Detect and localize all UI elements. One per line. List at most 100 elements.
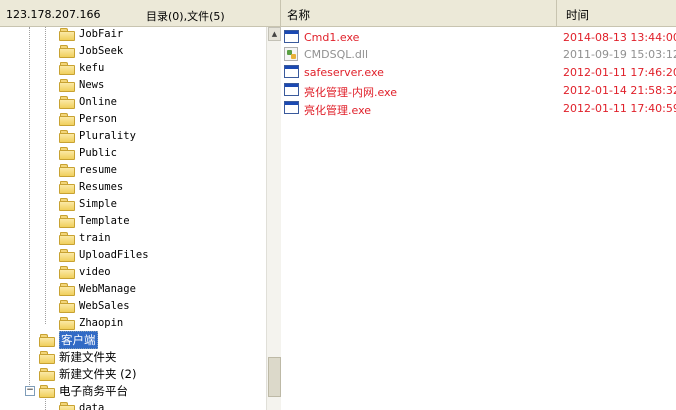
tree-folder-data[interactable]: data bbox=[59, 399, 104, 410]
file-row[interactable]: safeserver.exe 2012-01-11 17:46:20 bbox=[281, 64, 676, 81]
tree-folder-label: 电子商务平台 bbox=[59, 383, 128, 398]
file-row[interactable]: CMDSQL.dll 2011-09-19 15:03:12 bbox=[281, 46, 676, 63]
file-row[interactable]: 亮化管理.exe 2012-01-11 17:40:59 bbox=[281, 100, 676, 117]
folder-icon bbox=[59, 401, 75, 410]
collapse-toggle[interactable]: − bbox=[25, 386, 35, 396]
tree-folder-label: Zhaopin bbox=[79, 316, 124, 329]
file-time: 2012-01-11 17:46:20 bbox=[563, 66, 676, 79]
tree-folder-label: Plurality bbox=[79, 129, 136, 142]
tree-folder-zhaopin[interactable]: Zhaopin bbox=[59, 314, 123, 331]
tree-folder-label: Simple bbox=[79, 197, 117, 210]
tree-folder-label: 新建文件夹 bbox=[59, 349, 117, 364]
tree-folder-template[interactable]: Template bbox=[59, 212, 130, 229]
tree-folder-websales[interactable]: WebSales bbox=[59, 297, 130, 314]
file-time: 2014-08-13 13:44:00 bbox=[563, 31, 676, 44]
folder-icon bbox=[59, 265, 75, 279]
tree-folder-resumes[interactable]: Resumes bbox=[59, 178, 123, 195]
tree-folder-person[interactable]: Person bbox=[59, 110, 117, 127]
directory-summary: 目录(0),文件(5) bbox=[146, 10, 225, 23]
tree-folder-label: WebSales bbox=[79, 299, 130, 312]
folder-icon bbox=[39, 384, 55, 398]
file-name: 亮化管理.exe bbox=[304, 104, 372, 117]
file-time: 2011-09-19 15:03:12 bbox=[563, 48, 676, 61]
folder-icon bbox=[59, 27, 75, 41]
column-header-name[interactable]: 名称 bbox=[281, 0, 557, 27]
tree-folder-ecommerce[interactable]: 电子商务平台 bbox=[39, 382, 128, 399]
tree-folder-label: resume bbox=[79, 163, 117, 176]
folder-icon bbox=[59, 44, 75, 58]
folder-icon bbox=[59, 248, 75, 262]
host-address: 123.178.207.166 bbox=[6, 8, 101, 21]
tree-folder-new-folder-2[interactable]: 新建文件夹 (2) bbox=[39, 365, 136, 382]
folder-icon bbox=[59, 214, 75, 228]
tree-folder-public[interactable]: Public bbox=[59, 144, 117, 161]
tree-folder-label: 新建文件夹 (2) bbox=[59, 366, 137, 381]
folder-icon bbox=[59, 146, 75, 160]
tree-folder-label: Person bbox=[79, 112, 117, 125]
tree-folder-label: Resumes bbox=[79, 180, 124, 193]
tree-folder-webmanage[interactable]: WebManage bbox=[59, 280, 136, 297]
exe-icon bbox=[284, 30, 299, 43]
file-list[interactable]: Cmd1.exe 2014-08-13 13:44:00 CMDSQL.dll … bbox=[281, 27, 676, 410]
folder-icon bbox=[39, 350, 55, 364]
tree-folder-train[interactable]: train bbox=[59, 229, 111, 246]
tree-folder-label: JobSeek bbox=[79, 44, 124, 57]
tree-line bbox=[29, 27, 30, 391]
toolbar-header: 123.178.207.166 目录(0),文件(5) 名称 时间 bbox=[0, 0, 676, 27]
tree-folder-jobfair[interactable]: JobFair bbox=[59, 27, 123, 42]
exe-icon bbox=[284, 65, 299, 78]
tree-folder-label: UploadFiles bbox=[79, 248, 149, 261]
file-name: CMDSQL.dll bbox=[304, 48, 369, 61]
tree-folder-label: kefu bbox=[79, 61, 105, 74]
folder-icon bbox=[59, 282, 75, 296]
tree-folder-label: video bbox=[79, 265, 111, 278]
tree-folder-kefu[interactable]: kefu bbox=[59, 59, 104, 76]
file-name: safeserver.exe bbox=[304, 66, 384, 79]
folder-icon bbox=[59, 299, 75, 313]
file-row[interactable]: 亮化管理-内网.exe 2012-01-14 21:58:32 bbox=[281, 82, 676, 99]
folder-tree[interactable]: JobFair JobSeek kefu News Online Person … bbox=[0, 27, 266, 410]
tree-folder-label: train bbox=[79, 231, 111, 244]
tree-folder-simple[interactable]: Simple bbox=[59, 195, 117, 212]
tree-folder-news[interactable]: News bbox=[59, 76, 104, 93]
folder-icon bbox=[39, 367, 55, 381]
scroll-up-button[interactable]: ▲ bbox=[268, 27, 281, 41]
tree-folder-label: WebManage bbox=[79, 282, 136, 295]
tree-folder-label: News bbox=[79, 78, 105, 91]
folder-icon bbox=[59, 129, 75, 143]
tree-folder-label: Public bbox=[79, 146, 117, 159]
folder-icon bbox=[59, 180, 75, 194]
exe-icon bbox=[284, 83, 299, 96]
folder-icon bbox=[59, 61, 75, 75]
tree-folder-uploadfiles[interactable]: UploadFiles bbox=[59, 246, 149, 263]
tree-folder-resume[interactable]: resume bbox=[59, 161, 117, 178]
folder-icon bbox=[59, 316, 75, 330]
tree-folder-online[interactable]: Online bbox=[59, 93, 117, 110]
column-header-time[interactable]: 时间 bbox=[560, 0, 676, 27]
tree-scrollbar[interactable]: ▲ bbox=[266, 27, 281, 410]
file-row[interactable]: Cmd1.exe 2014-08-13 13:44:00 bbox=[281, 29, 676, 46]
tree-folder-label-selected: 客户端 bbox=[59, 330, 98, 349]
tree-folder-jobseek[interactable]: JobSeek bbox=[59, 42, 123, 59]
file-time: 2012-01-11 17:40:59 bbox=[563, 102, 676, 115]
tree-folder-client[interactable]: 客户端 bbox=[39, 330, 98, 349]
folder-icon bbox=[59, 231, 75, 245]
tree-folder-video[interactable]: video bbox=[59, 263, 111, 280]
tree-line bbox=[45, 27, 46, 324]
file-time: 2012-01-14 21:58:32 bbox=[563, 84, 676, 97]
folder-icon bbox=[59, 78, 75, 92]
folder-icon bbox=[59, 163, 75, 177]
file-name: 亮化管理-内网.exe bbox=[304, 86, 397, 99]
tree-folder-new-folder[interactable]: 新建文件夹 bbox=[39, 348, 117, 365]
tree-folder-plurality[interactable]: Plurality bbox=[59, 127, 136, 144]
tree-folder-label: data bbox=[79, 401, 105, 410]
dll-icon bbox=[284, 47, 298, 61]
folder-icon bbox=[39, 333, 55, 347]
exe-icon bbox=[284, 101, 299, 114]
scroll-thumb[interactable] bbox=[268, 357, 281, 397]
tree-folder-label: JobFair bbox=[79, 27, 124, 40]
tree-folder-label: Online bbox=[79, 95, 117, 108]
tree-folder-label: Template bbox=[79, 214, 130, 227]
folder-icon bbox=[59, 112, 75, 126]
folder-icon bbox=[59, 95, 75, 109]
